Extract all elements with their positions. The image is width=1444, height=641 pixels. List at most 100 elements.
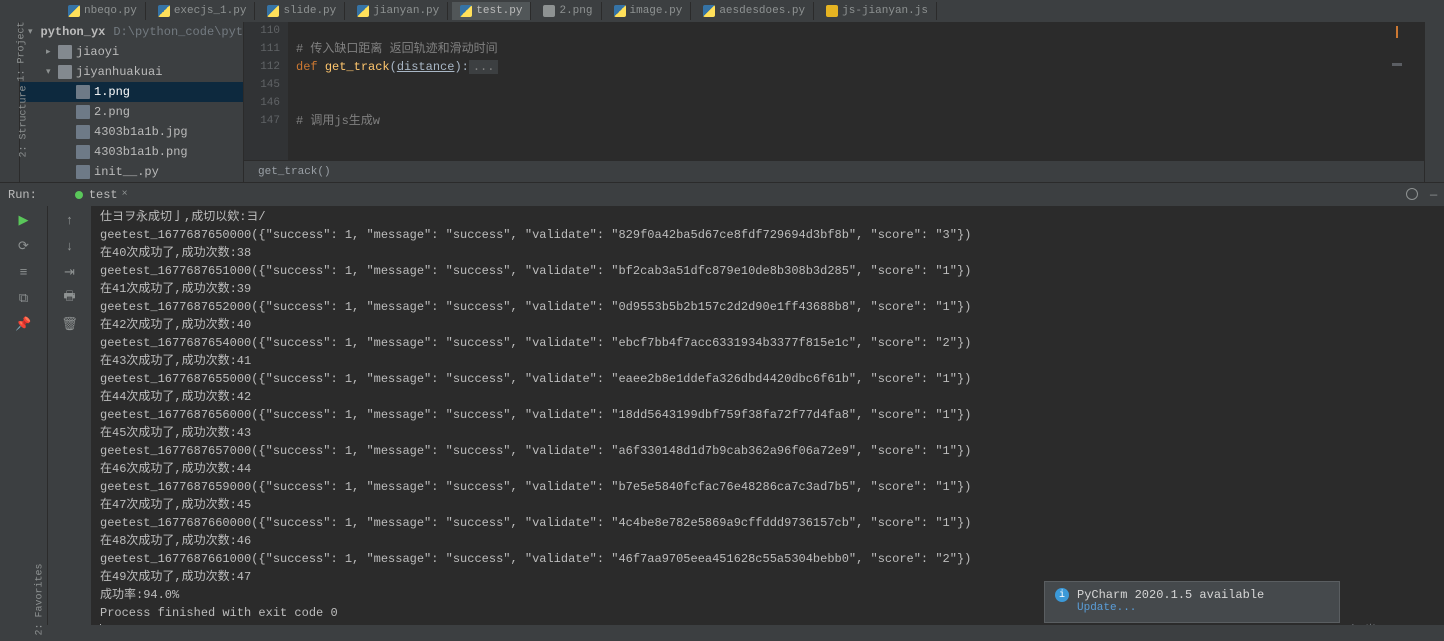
scroll-down-icon[interactable]: ↓	[62, 238, 78, 254]
console-line: 在42次成功了,成功次数:40	[100, 316, 1436, 334]
pin-icon[interactable]: 📌	[16, 316, 32, 332]
tree-item[interactable]: init__.py	[20, 162, 243, 182]
close-icon[interactable]: ×	[122, 189, 128, 200]
run-config-icon	[75, 191, 83, 199]
project-tree[interactable]: ▾ python_yx D:\python_code\python ▸jiaoy…	[20, 22, 244, 182]
console-line: 在40次成功了,成功次数:38	[100, 244, 1436, 262]
tab-label: js-jianyan.js	[842, 5, 928, 17]
img-icon	[76, 145, 90, 159]
notification-balloon[interactable]: i PyCharm 2020.1.5 available Update...	[1044, 581, 1340, 623]
py-file-icon	[357, 5, 369, 17]
parameter: distance	[397, 60, 455, 74]
tab-label: test.py	[476, 5, 522, 17]
editor-tab[interactable]: jianyan.py	[349, 2, 448, 20]
info-icon: i	[1055, 588, 1069, 602]
console-line: 在48次成功了,成功次数:46	[100, 532, 1436, 550]
stop-icon[interactable]: ≡	[16, 264, 32, 280]
tree-root[interactable]: ▾ python_yx D:\python_code\python	[20, 22, 243, 42]
py-file-icon	[158, 5, 170, 17]
tree-item-label: 2.png	[94, 105, 130, 119]
layout-icon[interactable]: ⧉	[16, 290, 32, 306]
rerun-icon[interactable]: ▶	[16, 212, 32, 228]
clear-icon[interactable]: 🗑	[62, 316, 78, 332]
project-name: python_yx	[41, 25, 106, 39]
editor-tab[interactable]: nbeqo.py	[60, 2, 146, 20]
py-file-icon	[68, 5, 80, 17]
print-icon[interactable]: 🖶	[62, 290, 78, 306]
tree-item[interactable]: 2.png	[20, 102, 243, 122]
console-line: 在45次成功了,成功次数:43	[100, 424, 1436, 442]
tab-label: image.py	[630, 5, 683, 17]
tree-item-label: jiyanhuakuai	[76, 65, 162, 79]
editor-tab[interactable]: 2.png	[535, 2, 601, 20]
fold-indicator[interactable]: ...	[469, 60, 499, 74]
editor-tab[interactable]: slide.py	[259, 2, 345, 20]
py-file-icon	[460, 5, 472, 17]
editor-tab[interactable]: js-jianyan.js	[818, 2, 937, 20]
line-number: 146	[244, 94, 280, 112]
line-number: 145	[244, 76, 280, 94]
structure-tool-button[interactable]: 2: Structure	[19, 85, 30, 157]
console-line: geetest_1677687659000({"success": 1, "me…	[100, 478, 1436, 496]
tree-item-label: 4303b1a1b.jpg	[94, 125, 188, 139]
console-line: geetest_1677687656000({"success": 1, "me…	[100, 406, 1436, 424]
img-icon	[76, 105, 90, 119]
editor-tab[interactable]: test.py	[452, 2, 531, 20]
scroll-up-icon[interactable]: ↑	[62, 212, 78, 228]
function-name: get_track	[325, 60, 390, 74]
editor-tab[interactable]: aesdesdoes.py	[695, 2, 814, 20]
line-number: 110	[244, 22, 280, 40]
tree-item[interactable]: ▸jiaoyi	[20, 42, 243, 62]
console-line: 在47次成功了,成功次数:45	[100, 496, 1436, 514]
run-toolbar-secondary: ↑ ↓ ⇥ 🖶 🗑	[48, 206, 92, 641]
tree-item[interactable]: 1.png	[20, 82, 243, 102]
project-path: D:\python_code\python	[113, 25, 244, 39]
tree-item[interactable]: 4303b1a1b.png	[20, 142, 243, 162]
chevron-down-icon: ▾	[28, 27, 33, 37]
py-file-icon	[267, 5, 279, 17]
tree-item-label: jiaoyi	[76, 45, 119, 59]
keyword-def: def	[296, 60, 325, 74]
console-line: geetest_1677687655000({"success": 1, "me…	[100, 370, 1436, 388]
console-line: 在46次成功了,成功次数:44	[100, 460, 1436, 478]
console-line: 在41次成功了,成功次数:39	[100, 280, 1436, 298]
editor-tab[interactable]: execjs_1.py	[150, 2, 256, 20]
left-tool-strip: 1: Project 2: Structure	[0, 22, 20, 182]
tab-label: 2.png	[559, 5, 592, 17]
breadcrumb[interactable]: get_track()	[244, 160, 1424, 182]
run-config-name[interactable]: test	[89, 188, 118, 202]
right-tool-strip: SciView Database	[1424, 22, 1444, 182]
editor-tab[interactable]: image.py	[606, 2, 692, 20]
tab-label: aesdesdoes.py	[719, 5, 805, 17]
up-icon[interactable]: ⟳	[16, 238, 32, 254]
console-line: geetest_1677687651000({"success": 1, "me…	[100, 262, 1436, 280]
line-number: 111	[244, 40, 280, 58]
line-number: 147	[244, 112, 280, 130]
tree-item[interactable]: 4303b1a1b.jpg	[20, 122, 243, 142]
tree-item[interactable]: ▾jiyanhuakuai	[20, 62, 243, 82]
img-icon	[76, 125, 90, 139]
editor[interactable]: 110111112145146147 # 传入缺口距离 返回轨迹和滑动时间 de…	[244, 22, 1424, 182]
line-number: 112	[244, 58, 280, 76]
js-file-icon	[826, 5, 838, 17]
tree-item-label: 1.png	[94, 85, 130, 99]
run-tool-header: Run: test × —	[0, 182, 1444, 206]
notification-link[interactable]: Update...	[1077, 602, 1264, 614]
settings-icon[interactable]	[1406, 188, 1420, 202]
project-tool-button[interactable]: 1: Project	[17, 21, 28, 81]
console-output[interactable]: 仕ヨヲ永成切亅,成切以欸:ヨ/geetest_1677687650000({"s…	[92, 206, 1444, 641]
code-area[interactable]: # 传入缺口距离 返回轨迹和滑动时间 def get_track(distanc…	[288, 22, 1424, 160]
dir-icon	[58, 65, 72, 79]
minimize-icon[interactable]: —	[1430, 188, 1444, 202]
console-line: geetest_1677687660000({"success": 1, "me…	[100, 514, 1436, 532]
dir-icon	[58, 45, 72, 59]
tab-label: execjs_1.py	[174, 5, 247, 17]
console-line: geetest_1677687650000({"success": 1, "me…	[100, 226, 1436, 244]
py-file-icon	[614, 5, 626, 17]
run-label: Run:	[8, 188, 37, 202]
code-comment: # 传入缺口距离 返回轨迹和滑动时间	[296, 42, 498, 56]
favorites-tool-button[interactable]: 2: Favorites	[35, 563, 46, 635]
soft-wrap-icon[interactable]: ⇥	[62, 264, 78, 280]
notification-title: PyCharm 2020.1.5 available	[1077, 588, 1264, 602]
bottom-tool-strip: 2: Favorites	[0, 625, 1444, 641]
